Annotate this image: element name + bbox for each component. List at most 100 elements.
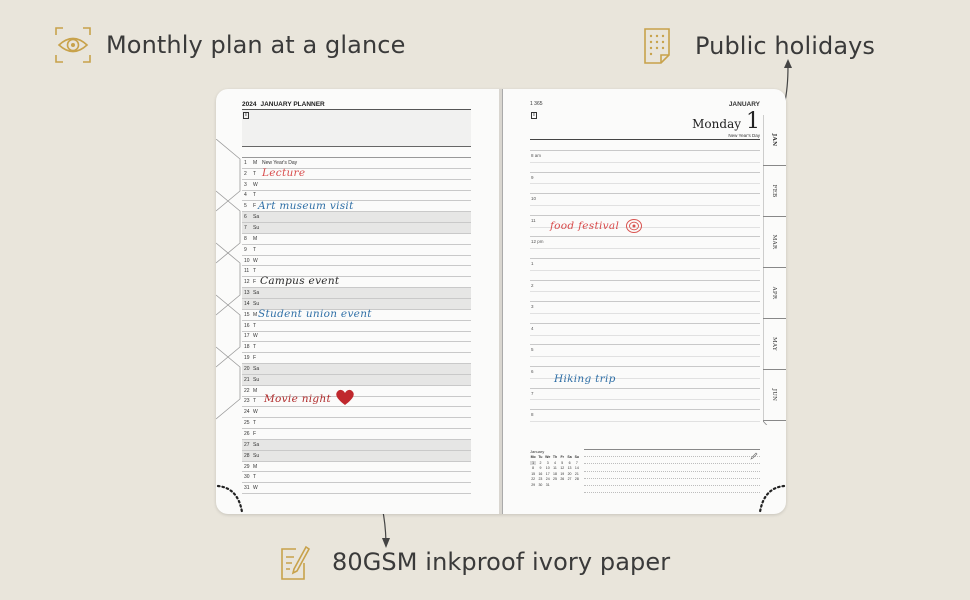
mini-calendar-day: 31 (545, 482, 550, 487)
day-number: 21 (244, 376, 250, 383)
callout-paper-text: 80GSM inkproof ivory paper (332, 548, 671, 576)
hour-row: 8 am (530, 150, 760, 172)
hour-row: 3 (530, 301, 760, 323)
handwriting-food-festival: food festival (550, 220, 620, 232)
pencil-note-icon (280, 543, 318, 581)
mini-calendar-head: Fr (560, 455, 565, 459)
mini-calendar-day: 8 (532, 466, 535, 470)
left-tab-edge (216, 139, 241, 420)
mini-calendar-day: 5 (561, 460, 564, 465)
mini-calendar-day: 22 (531, 477, 536, 481)
monthly-notes-box: i (242, 110, 471, 147)
day-holiday: New Year's Day (262, 159, 298, 166)
callout-monthly-text: Monthly plan at a glance (106, 31, 406, 59)
hour-label: 3 (531, 304, 534, 310)
mini-calendar-day: 4 (554, 460, 556, 465)
day-row: 21 Su (242, 374, 471, 386)
info-icon-right: i (531, 112, 537, 119)
handwriting-lecture: Lecture (262, 167, 306, 179)
day-weekday: M (253, 387, 258, 394)
day-index: 1 365 (530, 101, 543, 107)
calendar-page-icon (643, 27, 681, 65)
hour-label: 9 (531, 174, 534, 180)
day-row: 28 Su (242, 450, 471, 462)
day-weekday: Sa (253, 441, 260, 448)
day-weekday: T (253, 474, 257, 481)
hour-row: 2 (530, 279, 760, 302)
memo-area (584, 449, 760, 494)
mini-calendar-day: 23 (538, 477, 543, 481)
day-weekday: T (253, 322, 257, 329)
hour-row: 7 (530, 387, 760, 410)
holiday-label: New Year's Day (530, 133, 760, 140)
day-number: 28 (244, 452, 250, 459)
hour-label: 10 (531, 196, 537, 202)
day-weekday: T (253, 398, 257, 405)
day-row: 16 T (242, 321, 471, 332)
left-page-header: 2024 JANUARY PLANNER (242, 101, 471, 110)
mini-calendar-day: 9 (539, 466, 542, 470)
mini-calendar-day: 21 (574, 471, 579, 476)
day-weekday: M (253, 463, 258, 470)
hour-label: 6 (531, 368, 534, 374)
day-weekday: Su (253, 376, 260, 383)
mini-calendar-day: 13 (567, 466, 572, 470)
mini-calendar-day: 19 (560, 471, 565, 476)
heart-icon (336, 389, 354, 405)
day-number: 1 (244, 159, 247, 166)
mini-calendar-day: 12 (560, 466, 565, 470)
callout-paper: 80GSM inkproof ivory paper (280, 543, 670, 581)
day-number: 11 (244, 268, 250, 275)
day-weekday: Sa (253, 290, 260, 297)
day-number: 4 (244, 192, 247, 199)
day-weekday: W (253, 257, 258, 264)
mini-calendar-day: 25 (553, 477, 557, 481)
hour-row: 4 (530, 322, 760, 345)
day-number: 15 (244, 311, 250, 318)
day-number: 12 (244, 279, 250, 286)
day-weekday: W (253, 333, 258, 340)
hour-label: 8 (531, 412, 534, 418)
hour-row: 8 (530, 409, 760, 431)
mini-calendar-day: 20 (567, 471, 572, 476)
doodle-sun-icon (626, 219, 642, 233)
mini-calendar-head: Mo (530, 455, 536, 459)
day-row: 13 Sa (242, 288, 471, 299)
day-row: 17 W (242, 332, 471, 343)
day-number: 7 (244, 224, 247, 231)
day-row: 10 W (242, 256, 471, 267)
day-number: 13 (244, 290, 250, 297)
month-label: JANUARY (728, 101, 760, 108)
day-row: 8M (242, 234, 471, 245)
day-weekday: W (253, 409, 258, 416)
planner-spread: 2024 JANUARY PLANNER i 1 M New Year's Day 2 T… (216, 89, 786, 514)
mini-calendar-day: 24 (545, 477, 550, 481)
day-row: 26 F (242, 429, 471, 440)
day-weekday: W (253, 485, 258, 492)
mini-calendar-day: 14 (574, 466, 579, 470)
day-number: 9 (244, 246, 247, 253)
day-number: 26 (244, 431, 250, 438)
mini-calendar-day: 18 (553, 471, 557, 476)
day-number: 16 (244, 322, 250, 329)
corner-right (758, 484, 786, 514)
hour-label: 1 (531, 260, 534, 266)
day-weekday: T (253, 420, 257, 427)
mini-calendar-day: 16 (538, 471, 543, 476)
mini-calendar-day: 7 (575, 460, 578, 465)
day-weekday: F (253, 431, 257, 438)
spine-line (502, 89, 503, 514)
hour-label: 4 (531, 325, 534, 331)
mini-calendar-day: 3 (546, 460, 549, 465)
day-row: 3W (242, 180, 471, 191)
day-number: 19 (244, 355, 250, 362)
day-weekday: T (253, 246, 257, 253)
day-number: 3 (244, 181, 247, 188)
eye-scan-icon (54, 26, 92, 64)
mini-calendar-day: 1 (530, 460, 537, 465)
day-number: 8 (244, 235, 247, 242)
day-row: 20 Sa (242, 364, 471, 375)
day-weekday: T (253, 344, 257, 351)
handwriting-hiking: Hiking trip (554, 373, 616, 385)
handwriting-union: Student union event (258, 308, 372, 320)
